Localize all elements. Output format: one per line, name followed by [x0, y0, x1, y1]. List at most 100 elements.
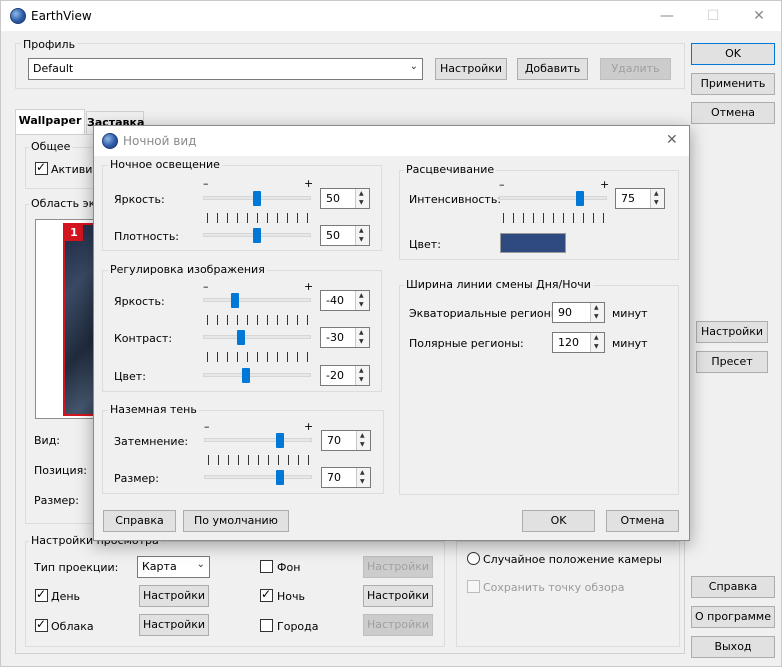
slider-tick	[503, 213, 504, 223]
background-settings-button[interactable]: Настройки	[363, 556, 433, 578]
ia-brightness-value: -40	[326, 294, 344, 307]
clouds-checkbox[interactable]	[35, 617, 48, 632]
ia-color-spinner[interactable]: -20 ▲ ▼	[320, 365, 370, 386]
slider-tick	[297, 315, 298, 325]
ia-color-slider[interactable]	[203, 373, 311, 377]
gs-size-slider[interactable]	[204, 475, 312, 479]
day-label: День	[51, 590, 81, 603]
ia-contrast-ticks	[207, 352, 308, 362]
equatorial-spinner[interactable]: 90 ▲ ▼	[552, 302, 605, 323]
gs-dimming-thumb[interactable]	[275, 433, 284, 448]
profile-settings-button[interactable]: Настройки	[435, 58, 507, 80]
random-camera-radio[interactable]	[467, 552, 480, 565]
spinner-updown[interactable]: ▲ ▼	[650, 189, 664, 208]
slider-tick	[217, 352, 218, 362]
col-intensity-thumb[interactable]	[576, 191, 584, 206]
spinner-updown[interactable]: ▲ ▼	[355, 189, 369, 208]
slider-tick	[278, 455, 279, 465]
nl-brightness-thumb[interactable]	[253, 191, 261, 206]
ia-contrast-slider[interactable]	[203, 335, 311, 339]
plus-sign: +	[600, 178, 610, 191]
close-icon[interactable]: ✕	[666, 132, 678, 148]
cities-settings-button[interactable]: Настройки	[363, 614, 433, 636]
slider-tick	[307, 315, 308, 325]
slider-tick	[207, 315, 208, 325]
help-button[interactable]: Справка	[691, 576, 775, 598]
view-label: Вид:	[34, 434, 61, 447]
slider-tick	[238, 455, 239, 465]
cancel-button[interactable]: Отмена	[691, 102, 775, 124]
spinner-updown[interactable]: ▲ ▼	[356, 468, 370, 487]
gs-size-thumb[interactable]	[275, 470, 284, 485]
col-intensity-spinner[interactable]: 75 ▲ ▼	[615, 188, 665, 209]
profile-add-button[interactable]: Добавить	[517, 58, 588, 80]
about-button[interactable]: О программе	[691, 606, 775, 628]
slider-tick	[287, 352, 288, 362]
color-swatch[interactable]	[500, 233, 566, 253]
tab-wallpaper[interactable]: Wallpaper	[15, 109, 85, 135]
ia-contrast-spinner[interactable]: -30 ▲ ▼	[320, 327, 370, 348]
gs-size-label: Размер:	[114, 472, 159, 485]
gs-dimming-label: Затемнение:	[114, 435, 189, 448]
side-preset-button[interactable]: Пресет	[696, 351, 768, 373]
gs-size-spinner[interactable]: 70 ▲ ▼	[321, 467, 371, 488]
background-label: Фон	[277, 561, 301, 574]
exit-button[interactable]: Выход	[691, 636, 775, 658]
ia-brightness-slider[interactable]	[203, 298, 311, 302]
gs-dimming-spinner[interactable]: 70 ▲ ▼	[321, 430, 371, 451]
slider-tick	[267, 352, 268, 362]
ia-contrast-thumb[interactable]	[236, 330, 245, 345]
gs-dimming-slider[interactable]	[204, 438, 312, 442]
dialog-default-button[interactable]: По умолчанию	[183, 510, 289, 532]
ia-brightness-spinner[interactable]: -40 ▲ ▼	[320, 290, 370, 311]
spinner-updown[interactable]: ▲ ▼	[355, 291, 369, 310]
night-settings-button[interactable]: Настройки	[363, 585, 433, 607]
slider-tick	[207, 213, 208, 223]
profile-delete-button[interactable]: Удалить	[600, 58, 671, 80]
equatorial-label: Экваториальные регионы:	[409, 307, 564, 320]
maximize-icon[interactable]: ☐	[690, 1, 736, 31]
ia-brightness-thumb[interactable]	[231, 293, 240, 308]
save-viewpoint-checkbox[interactable]	[467, 580, 480, 593]
slider-tick	[247, 315, 248, 325]
col-color-label: Цвет:	[409, 238, 441, 251]
spinner-updown[interactable]: ▲ ▼	[590, 333, 604, 352]
side-settings-button[interactable]: Настройки	[696, 321, 768, 343]
clouds-settings-button[interactable]: Настройки	[139, 614, 209, 636]
slider-tick	[277, 352, 278, 362]
nl-density-spinner[interactable]: 50 ▲ ▼	[320, 225, 370, 246]
day-checkbox[interactable]	[35, 587, 48, 602]
background-checkbox[interactable]	[260, 560, 273, 573]
day-settings-button[interactable]: Настройки	[139, 585, 209, 607]
spinner-updown[interactable]: ▲ ▼	[356, 431, 370, 450]
general-group-label: Общее	[29, 140, 73, 153]
nl-brightness-spinner[interactable]: 50 ▲ ▼	[320, 188, 370, 209]
minus-sign: –	[204, 420, 210, 433]
nl-density-thumb[interactable]	[253, 228, 261, 243]
col-intensity-value: 75	[621, 192, 635, 205]
plus-sign: +	[304, 177, 314, 190]
night-checkbox[interactable]	[260, 587, 273, 602]
slider-tick	[523, 213, 524, 223]
polar-spinner[interactable]: 120 ▲ ▼	[552, 332, 605, 353]
minimize-icon[interactable]: —	[644, 1, 690, 31]
activate-checkbox[interactable]	[35, 160, 48, 175]
spinner-updown[interactable]: ▲ ▼	[590, 303, 604, 322]
dialog-cancel-button[interactable]: Отмена	[606, 510, 679, 532]
col-intensity-slider[interactable]	[499, 196, 607, 200]
profile-combo[interactable]: Default ⌄	[28, 58, 423, 80]
close-icon[interactable]: ✕	[736, 1, 782, 31]
ok-button[interactable]: OK	[691, 43, 775, 65]
dialog-help-button[interactable]: Справка	[103, 510, 176, 532]
ia-color-thumb[interactable]	[242, 368, 251, 383]
apply-button[interactable]: Применить	[691, 73, 775, 95]
slider-tick	[247, 352, 248, 362]
image-adjust-group-label: Регулировка изображения	[108, 263, 267, 276]
minus-sign: –	[499, 178, 505, 191]
spinner-updown[interactable]: ▲ ▼	[355, 366, 369, 385]
projection-combo[interactable]: Карта ⌄	[137, 556, 210, 578]
spinner-updown[interactable]: ▲ ▼	[355, 226, 369, 245]
spinner-updown[interactable]: ▲ ▼	[355, 328, 369, 347]
dialog-ok-button[interactable]: OK	[522, 510, 595, 532]
cities-checkbox[interactable]	[260, 619, 273, 632]
